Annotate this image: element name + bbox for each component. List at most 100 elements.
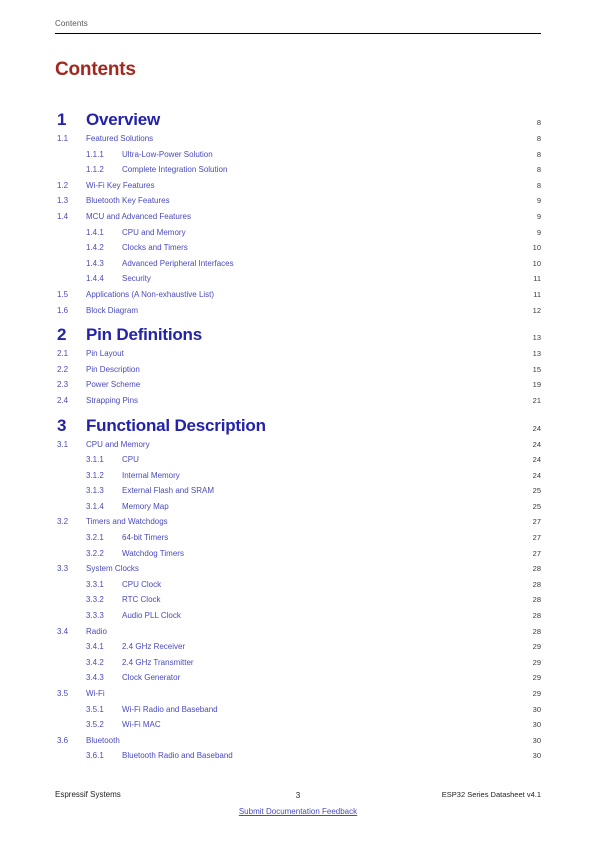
toc-entry[interactable]: 1.1.1 Ultra-Low-Power Solution 8 (55, 148, 541, 164)
toc-entry-page-number: 8 (536, 118, 541, 127)
toc-entry-number: 3.2 (57, 517, 69, 527)
toc-entry-label: System Clocks (86, 564, 139, 574)
toc-entry-number: 3.2.1 (86, 533, 104, 543)
toc-entry-page-number: 28 (532, 579, 541, 589)
toc-entry[interactable]: 3.4.2 2.4 GHz Transmitter 29 (55, 656, 541, 672)
toc-entry[interactable]: 3.1.2 Internal Memory 24 (55, 469, 541, 485)
toc-entry-label: Timers and Watchdogs (86, 517, 168, 527)
toc-entry-number: 3.3.2 (86, 595, 104, 605)
toc-entry[interactable]: 1.3 Bluetooth Key Features 9 (55, 194, 541, 210)
toc-entry-page-number: 24 (532, 470, 541, 480)
toc-entry-label: Bluetooth (86, 735, 120, 745)
toc-entry-page-number: 9 (536, 211, 541, 221)
document-page: Contents Contents 1 Overview 8 1.1 Featured … (0, 0, 595, 842)
toc-entry[interactable]: 3.4.1 2.4 GHz Receiver 29 (55, 640, 541, 656)
toc-entry[interactable]: 2 Pin Definitions 13 (55, 325, 541, 347)
toc-entry[interactable]: 1.1 Featured Solutions 8 (55, 132, 541, 148)
toc-entry-page-number: 9 (536, 227, 541, 237)
toc-entry[interactable]: 2.3 Power Scheme 19 (55, 378, 541, 394)
toc-entry[interactable]: 2.2 Pin Description 15 (55, 363, 541, 379)
toc-entry[interactable]: 1.4.3 Advanced Peripheral Interfaces 10 (55, 257, 541, 273)
toc-entry-number: 3.5.2 (86, 720, 104, 730)
toc-entry[interactable]: 3.1.3 External Flash and SRAM 25 (55, 484, 541, 500)
toc-entry[interactable]: 1.2 Wi-Fi Key Features 8 (55, 179, 541, 195)
toc-entry-label: Wi-Fi Radio and Baseband (122, 704, 218, 714)
toc-entry-number: 2.4 (57, 395, 69, 405)
toc-entry-number: 1.2 (57, 180, 69, 190)
toc-entry-number: 3.6.1 (86, 751, 104, 761)
toc-entry-number: 3.1.2 (86, 470, 104, 480)
toc-entry[interactable]: 3.3.1 CPU Clock 28 (55, 578, 541, 594)
toc-entry-number: 1.4.1 (86, 227, 104, 237)
running-header-title: Contents (55, 19, 88, 28)
toc-entry-page-number: 24 (532, 439, 541, 449)
toc-entry-label: Audio PLL Clock (122, 611, 181, 621)
toc-entry-page-number: 30 (532, 704, 541, 714)
toc-entry-label: Block Diagram (86, 305, 139, 315)
toc-entry-number: 2.2 (57, 364, 69, 374)
toc-entry[interactable]: 3 Functional Description 24 (55, 416, 541, 438)
toc-entry-number: 1.5 (57, 289, 69, 299)
toc-entry[interactable]: 3.6 Bluetooth 30 (55, 734, 541, 750)
toc-entry-page-number: 29 (532, 673, 541, 683)
toc-entry-page-number: 11 (533, 289, 541, 299)
toc-entry[interactable]: 2.1 Pin Layout 13 (55, 347, 541, 363)
toc-entry[interactable]: 3.2 Timers and Watchdogs 27 (55, 515, 541, 531)
toc-entry[interactable]: 3.2.2 Watchdog Timers 27 (55, 547, 541, 563)
toc-entry-number: 3.1.3 (86, 486, 104, 496)
running-header: Contents (55, 18, 541, 29)
toc-entry[interactable]: 1.4.2 Clocks and Timers 10 (55, 241, 541, 257)
toc-entry[interactable]: 1.6 Block Diagram 12 (55, 304, 541, 320)
toc-entry-label: Radio (86, 626, 107, 636)
toc-entry-label: Pin Layout (86, 349, 124, 359)
toc-entry-label: Bluetooth Radio and Baseband (122, 751, 233, 761)
toc-entry[interactable]: 3.5.1 Wi-Fi Radio and Baseband 30 (55, 703, 541, 719)
toc-entry[interactable]: 3.4.3 Clock Generator 29 (55, 671, 541, 687)
toc-entry[interactable]: 1.4.4 Security 11 (55, 272, 541, 288)
toc-entry-label: Strapping Pins (86, 395, 139, 405)
toc-entry-page-number: 29 (532, 689, 541, 698)
toc-entry-label: Pin Definitions (86, 325, 203, 345)
toc-entry[interactable]: 1.4 MCU and Advanced Features 9 (55, 210, 541, 226)
toc-entry-number: 1.1.1 (86, 149, 104, 159)
submit-documentation-feedback-link[interactable]: Submit Documentation Feedback (239, 807, 357, 816)
toc-entry[interactable]: 3.3 System Clocks 28 (55, 562, 541, 578)
toc-entry[interactable]: 3.3.2 RTC Clock 28 (55, 593, 541, 609)
toc-entry[interactable]: 3.6.1 Bluetooth Radio and Baseband 30 (55, 749, 541, 765)
toc-entry-page-number: 8 (536, 149, 541, 159)
toc-entry[interactable]: 3.1 CPU and Memory 24 (55, 438, 541, 454)
toc-entry[interactable]: 1.1.2 Complete Integration Solution 8 (55, 163, 541, 179)
toc-entry-number: 1.6 (57, 305, 69, 315)
toc-entry-page-number: 28 (532, 595, 541, 605)
toc-entry-label: CPU Clock (122, 579, 162, 589)
toc-entry-page-number: 15 (532, 364, 541, 374)
toc-entry-page-number: 30 (532, 720, 541, 730)
toc-entry-number: 3.6 (57, 735, 69, 745)
toc-entry[interactable]: 2.4 Strapping Pins 21 (55, 394, 541, 410)
toc-entry-page-number: 27 (532, 517, 541, 527)
toc-entry-page-number: 30 (532, 735, 541, 745)
toc-entry-number: 3.3.3 (86, 611, 104, 621)
toc-entry-label: CPU and Memory (122, 227, 186, 237)
toc-entry[interactable]: 1 Overview 8 (55, 110, 541, 132)
toc-entry[interactable]: 1.4.1 CPU and Memory 9 (55, 226, 541, 242)
toc-entry-label: Pin Description (86, 364, 140, 374)
toc-entry-page-number: 29 (532, 642, 541, 652)
toc-entry[interactable]: 3.5.2 Wi-Fi MAC 30 (55, 718, 541, 734)
toc-entry-label: 64-bit Timers (122, 533, 169, 543)
table-of-contents: 1 Overview 8 1.1 Featured Solutions 8 1.1.1 Ult… (55, 104, 541, 765)
footer-document-name: ESP32 Series Datasheet v4.1 (441, 790, 541, 799)
toc-entry[interactable]: 3.1.4 Memory Map 25 (55, 500, 541, 516)
toc-entry[interactable]: 3.2.1 64-bit Timers 27 (55, 531, 541, 547)
toc-entry-label: Clocks and Timers (122, 243, 188, 253)
toc-entry[interactable]: 3.3.3 Audio PLL Clock 28 (55, 609, 541, 625)
toc-entry-page-number: 21 (532, 395, 541, 405)
toc-entry[interactable]: 3.4 Radio 28 (55, 625, 541, 641)
toc-entry-number: 3.5 (57, 689, 69, 698)
toc-entry[interactable]: 1.5 Applications (A Non-exhaustive List) 1… (55, 288, 541, 304)
toc-entry[interactable]: 3.5 Wi-Fi 29 (55, 687, 541, 703)
toc-entry-label: Wi-Fi MAC (122, 720, 161, 730)
toc-entry[interactable]: 3.1.1 CPU 24 (55, 453, 541, 469)
page-title: Contents (55, 59, 136, 80)
toc-entry-page-number: 29 (532, 657, 541, 667)
